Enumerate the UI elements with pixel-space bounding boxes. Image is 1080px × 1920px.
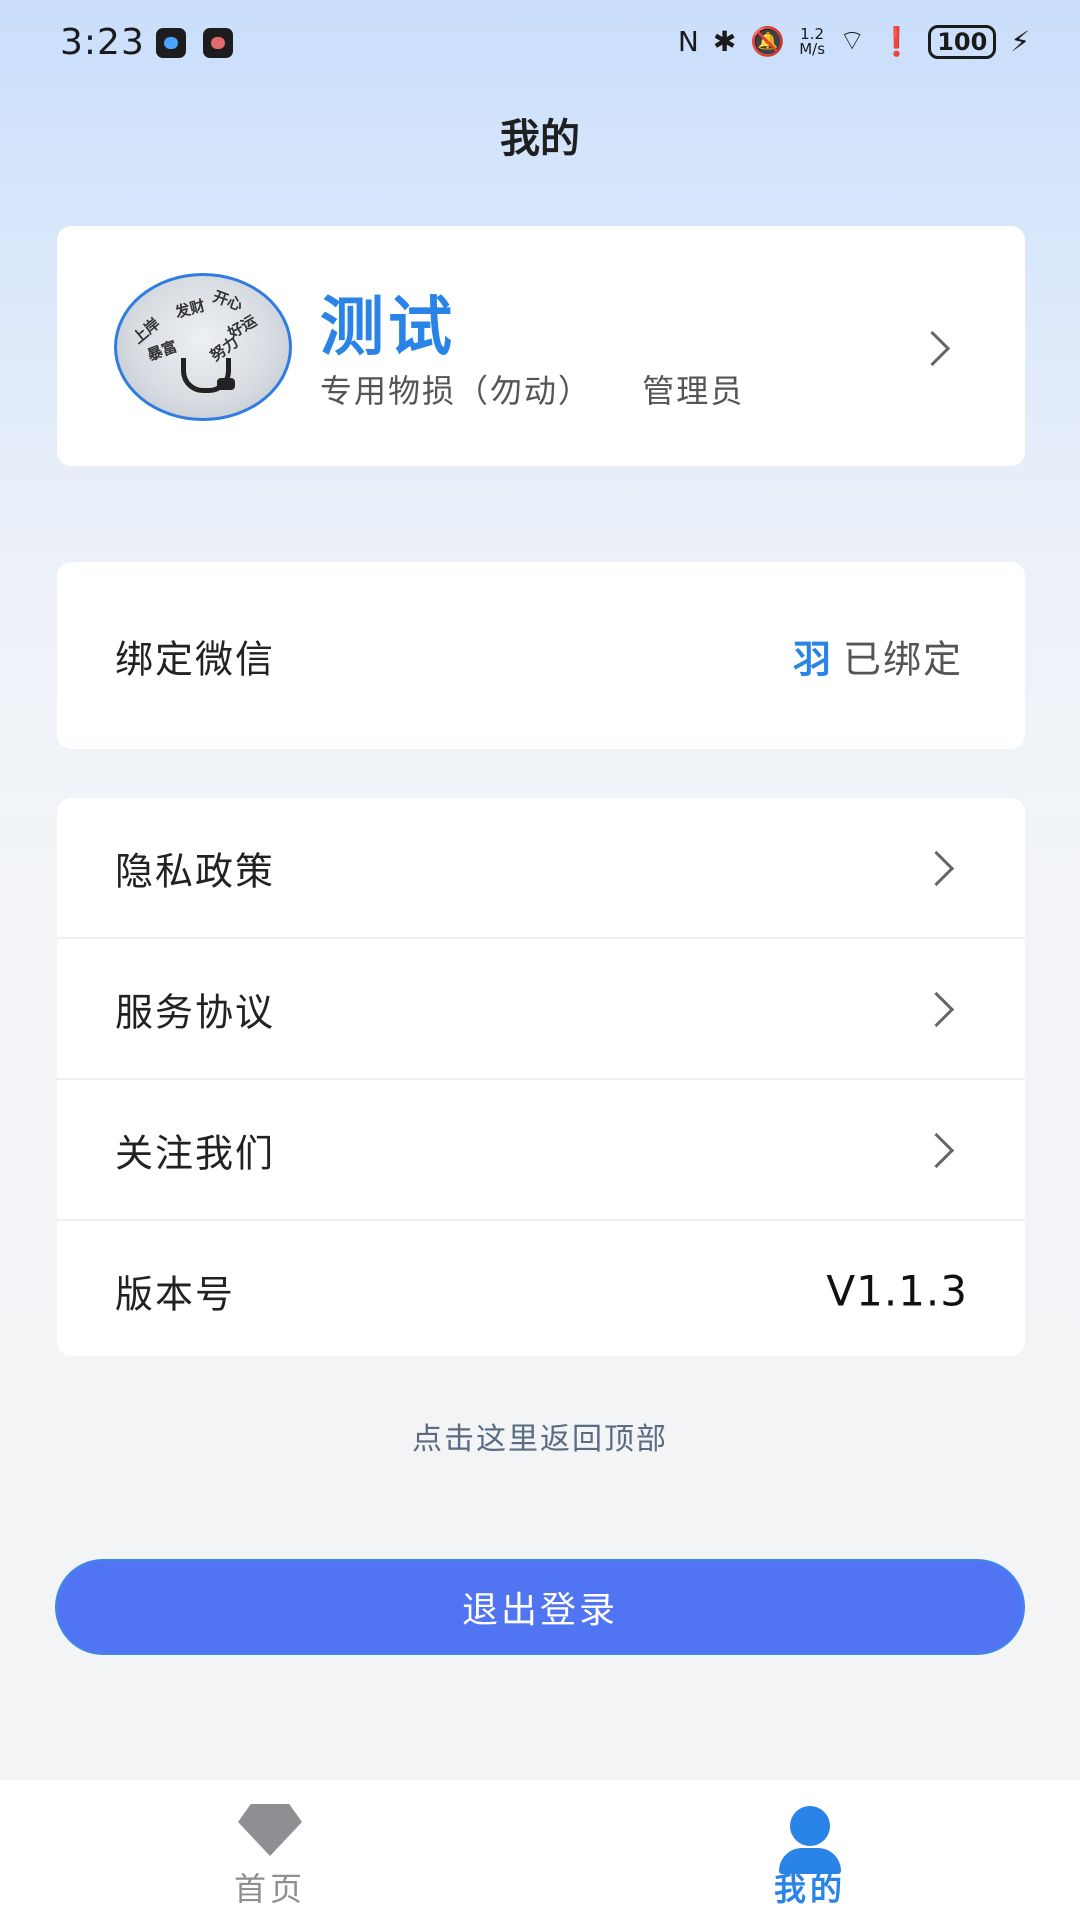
menu-item-version: 版本号 V1.1.3 [57, 1221, 1025, 1356]
chevron-right-icon [914, 330, 951, 367]
app-notification-icon-2 [203, 28, 233, 58]
profile-card[interactable]: 发财 开心 好运 上岸 暴富 努力 测试 专用物损（勿动） 管理员 [57, 226, 1025, 466]
network-speed: 1.2 M/s [799, 26, 826, 58]
menu-item-follow[interactable]: 关注我们 [57, 1080, 1025, 1221]
net-speed-unit: M/s [799, 39, 826, 58]
mute-bell-icon: 🔕 [750, 25, 786, 58]
page-title: 我的 [500, 116, 580, 162]
menu-item-privacy[interactable]: 隐私政策 [57, 798, 1025, 939]
app-notification-icon [156, 28, 186, 58]
chevron-right-icon [918, 1132, 955, 1169]
magnet-drawing-tip [217, 378, 235, 390]
menu-item-label: 隐私政策 [115, 849, 276, 893]
profile-subtitle: 专用物损（勿动） 管理员 [320, 366, 744, 412]
tab-home[interactable]: 首页 [120, 1780, 420, 1920]
system-icons: N ✱ 🔕 1.2 M/s ⌔ ❗ 100 ⚡ [678, 24, 1030, 59]
avatar-scribble: 发财 [173, 296, 207, 322]
chevron-right-icon [918, 991, 955, 1028]
wechat-card[interactable]: 绑定微信 羽已绑定 [57, 562, 1025, 749]
back-to-top-link[interactable]: 点击这里返回顶部 [0, 1414, 1080, 1458]
status-time: 3:23 [60, 22, 145, 63]
nfc-icon: N [677, 25, 699, 58]
wifi-icon: ⌔ [839, 24, 866, 57]
status-bar: 3:23 N ✱ 🔕 1.2 M/s ⌔ ❗ 100 ⚡ [0, 0, 1080, 86]
settings-menu: 隐私政策 服务协议 关注我们 版本号 V1.1.3 [57, 798, 1025, 1356]
chevron-right-icon [918, 850, 955, 887]
wechat-binding-label: 绑定微信 [115, 637, 276, 681]
avatar-scribble: 开心 [210, 287, 246, 315]
menu-item-label: 服务协议 [115, 990, 276, 1034]
avatar[interactable]: 发财 开心 好运 上岸 暴富 努力 [114, 273, 292, 421]
wechat-icon: 羽 [792, 637, 833, 681]
wechat-binding-row[interactable]: 绑定微信 羽已绑定 [57, 562, 1025, 749]
charging-icon: ⚡ [1010, 25, 1030, 58]
tab-bar: 首页 我的 [0, 1780, 1080, 1920]
menu-item-label: 版本号 [115, 1272, 236, 1316]
tab-mine-label: 我的 [773, 1870, 846, 1908]
profile-name: 测试 [320, 291, 456, 365]
logout-button[interactable]: 退出登录 [55, 1559, 1025, 1655]
alert-icon: ❗ [879, 25, 915, 58]
battery-indicator: 100 [928, 24, 997, 59]
version-value: V1.1.3 [826, 1266, 968, 1315]
profile-department: 专用物损（勿动） [320, 372, 593, 410]
menu-item-label: 关注我们 [115, 1131, 276, 1175]
diamond-icon [238, 1804, 302, 1856]
tab-mine[interactable]: 我的 [660, 1780, 960, 1920]
wechat-status-text: 已绑定 [842, 637, 963, 681]
bluetooth-icon: ✱ [712, 25, 737, 58]
profile-role: 管理员 [642, 372, 745, 410]
menu-item-agreement[interactable]: 服务协议 [57, 939, 1025, 1080]
wechat-binding-status: 羽已绑定 [793, 628, 963, 683]
tab-home-label: 首页 [233, 1870, 306, 1908]
